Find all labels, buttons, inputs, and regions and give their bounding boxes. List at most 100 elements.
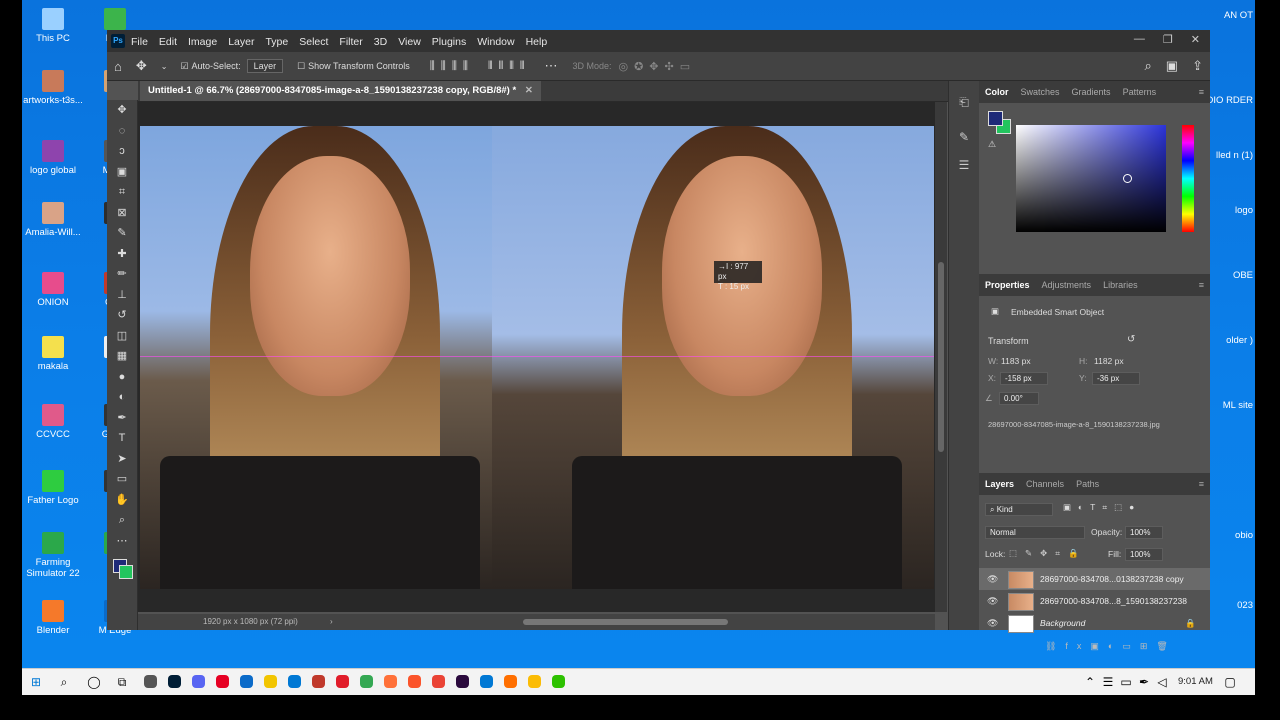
- show-transform-checkbox[interactable]: ☐: [297, 61, 305, 72]
- close-icon[interactable]: ✕: [1191, 33, 1200, 46]
- desktop-icon-4[interactable]: ONION: [22, 272, 84, 308]
- lasso-tool-icon[interactable]: ↄ: [107, 141, 137, 162]
- type-tool-icon[interactable]: T: [107, 428, 137, 449]
- menu-help[interactable]: Help: [526, 36, 548, 48]
- visibility-eye-icon[interactable]: 👁: [987, 568, 998, 590]
- distribute-icons[interactable]: ⫴⫴⫴⫴: [488, 60, 530, 73]
- wifi-icon[interactable]: ☰: [1100, 674, 1116, 690]
- tab-patterns[interactable]: Patterns: [1123, 87, 1157, 97]
- foreground-swatch[interactable]: [988, 111, 1003, 126]
- volume-icon[interactable]: ◁: [1154, 674, 1170, 690]
- maximize-icon[interactable]: ❐: [1163, 33, 1173, 46]
- visibility-eye-icon[interactable]: 👁: [987, 590, 998, 612]
- taskbar-explorer-icon[interactable]: [264, 675, 277, 688]
- canvas-area[interactable]: →I : 977 px T : 15 px: [138, 102, 935, 612]
- eyedropper-tool-icon[interactable]: ✎: [107, 223, 137, 244]
- more-options-icon[interactable]: ⋯: [544, 58, 557, 74]
- move-tool-icon[interactable]: ✥: [136, 58, 147, 74]
- taskbar-app-icon[interactable]: [312, 675, 325, 688]
- task-view-icon[interactable]: ⧉: [114, 674, 130, 690]
- document-tab[interactable]: Untitled-1 @ 66.7% (28697000-8347085-ima…: [140, 81, 541, 101]
- frame-tool-icon[interactable]: ⊠: [107, 203, 137, 224]
- taskbar-photos-icon[interactable]: [144, 675, 157, 688]
- menu-plugins[interactable]: Plugins: [432, 36, 466, 48]
- workspace-icon[interactable]: ▣: [1166, 58, 1178, 74]
- taskbar-photoshop-icon[interactable]: [168, 675, 181, 688]
- tab-libraries[interactable]: Libraries: [1103, 280, 1138, 290]
- vertical-scrollbar[interactable]: [935, 102, 947, 612]
- gradient-tool-icon[interactable]: ▦: [107, 346, 137, 367]
- blend-mode-dropdown[interactable]: Normal: [985, 526, 1085, 539]
- warning-icon[interactable]: ⚠: [988, 139, 996, 150]
- desktop-icon-3[interactable]: Amalia-Will...: [22, 202, 84, 238]
- rectangle-tool-icon[interactable]: ▭: [107, 469, 137, 490]
- tab-color[interactable]: Color: [985, 87, 1009, 97]
- chevron-down-icon[interactable]: ⌄: [161, 62, 168, 71]
- fg-bg-color-swatches[interactable]: [107, 551, 137, 585]
- history-icon[interactable]: ⎗: [949, 95, 979, 110]
- taskbar-mail-icon[interactable]: [288, 675, 301, 688]
- object-select-tool-icon[interactable]: ▣: [107, 162, 137, 183]
- desktop-icon-right-0[interactable]: AN OT: [1198, 10, 1253, 21]
- taskbar-brave-icon[interactable]: [408, 675, 421, 688]
- stamp-tool-icon[interactable]: ⊥: [107, 285, 137, 306]
- menu-window[interactable]: Window: [477, 36, 514, 48]
- adjustments-icon[interactable]: ☰: [949, 158, 979, 172]
- path-select-tool-icon[interactable]: ➤: [107, 449, 137, 470]
- menu-type[interactable]: Type: [265, 36, 288, 48]
- desktop-icon-7[interactable]: Father Logo: [22, 470, 84, 506]
- tab-gradients[interactable]: Gradients: [1072, 87, 1111, 97]
- hue-slider[interactable]: [1182, 125, 1194, 232]
- panel-menu-icon[interactable]: ≡: [1199, 280, 1204, 290]
- desktop-icon-5[interactable]: makala: [22, 336, 84, 372]
- tab-swatches[interactable]: Swatches: [1021, 87, 1060, 97]
- auto-select-checkbox[interactable]: ☑: [180, 61, 188, 72]
- layer-row[interactable]: 👁 28697000-834708...8_1590138237238: [979, 590, 1210, 612]
- taskbar-pinterest-icon[interactable]: [216, 675, 229, 688]
- taskbar-chrome2-icon[interactable]: [432, 675, 445, 688]
- taskbar-opera-icon[interactable]: [336, 675, 349, 688]
- tab-channels[interactable]: Channels: [1026, 479, 1064, 489]
- pen-tool-icon[interactable]: ✒: [107, 408, 137, 429]
- minimize-icon[interactable]: —: [1134, 33, 1145, 46]
- layer-row[interactable]: 👁 28697000-834708...0138237238 copy: [979, 568, 1210, 590]
- fill-field[interactable]: 100%: [1125, 548, 1163, 561]
- cortana-icon[interactable]: ◯: [86, 674, 102, 690]
- layer-actions-icons[interactable]: ⛓fx▣◐▭⊞🗑: [1045, 641, 1177, 652]
- more-tool-icon[interactable]: ⋯: [107, 531, 137, 552]
- menu-filter[interactable]: Filter: [339, 36, 362, 48]
- taskbar-headset-icon[interactable]: [504, 675, 517, 688]
- menu-3d[interactable]: 3D: [374, 36, 387, 48]
- menu-file[interactable]: File: [131, 36, 148, 48]
- zoom-tool-icon[interactable]: ⌕: [107, 510, 137, 531]
- pen-icon[interactable]: ✒: [1136, 674, 1152, 690]
- home-icon[interactable]: ⌂: [114, 59, 122, 74]
- 3d-tools-icons[interactable]: ◎✪✥✣▭: [618, 60, 696, 73]
- opacity-field[interactable]: 100%: [1125, 526, 1163, 539]
- menu-select[interactable]: Select: [299, 36, 328, 48]
- tab-paths[interactable]: Paths: [1076, 479, 1099, 489]
- blur-tool-icon[interactable]: ●: [107, 367, 137, 388]
- taskbar-premiere-icon[interactable]: [456, 675, 469, 688]
- dodge-tool-icon[interactable]: ◐: [107, 387, 137, 408]
- menu-image[interactable]: Image: [188, 36, 217, 48]
- panel-menu-icon[interactable]: ≡: [1199, 87, 1204, 97]
- canvas-image[interactable]: →I : 977 px T : 15 px: [140, 126, 934, 589]
- search-icon[interactable]: ⌕: [56, 674, 72, 690]
- horizontal-scroll-thumb[interactable]: [523, 619, 728, 625]
- align-icons[interactable]: ⫼⫼⫼⫼: [430, 60, 474, 73]
- crop-tool-icon[interactable]: ⌗: [107, 182, 137, 203]
- tab-properties[interactable]: Properties: [985, 280, 1030, 290]
- search-icon[interactable]: ⌕: [1145, 58, 1152, 74]
- y-field[interactable]: -36 px: [1092, 372, 1140, 385]
- tab-layers[interactable]: Layers: [985, 479, 1014, 489]
- notifications-icon[interactable]: ▢: [1222, 674, 1238, 690]
- lock-icons[interactable]: ⬚✎✥⌗🔒: [1009, 548, 1087, 559]
- reset-icon[interactable]: ↺: [1127, 334, 1135, 345]
- height-value[interactable]: 1182 px: [1094, 356, 1124, 366]
- auto-select-dropdown[interactable]: Layer: [246, 59, 284, 73]
- clock[interactable]: 9:01 AM: [1178, 676, 1213, 687]
- desktop-icon-6[interactable]: CCVCC: [22, 404, 84, 440]
- x-field[interactable]: -158 px: [1000, 372, 1048, 385]
- taskbar-link-icon[interactable]: [480, 675, 493, 688]
